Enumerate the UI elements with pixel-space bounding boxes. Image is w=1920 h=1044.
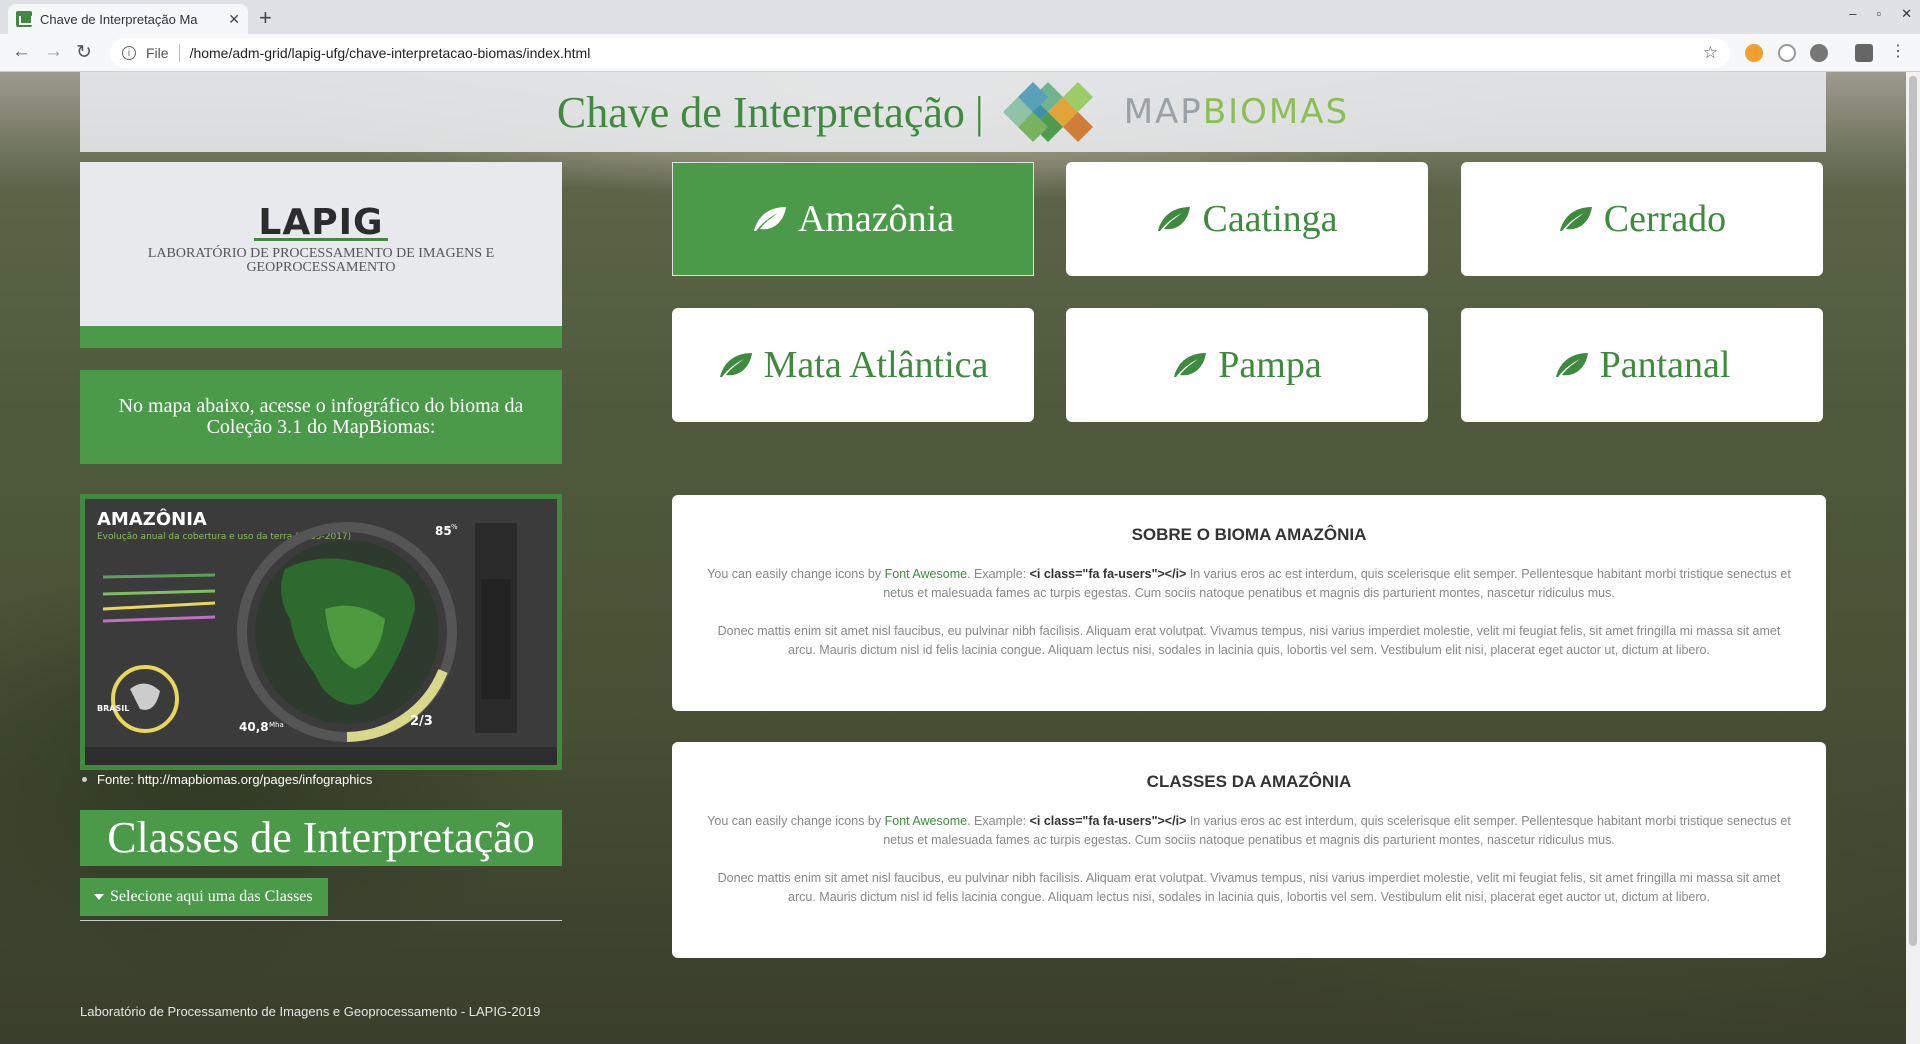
mapbiomas-wordmark: MAPBIOMAS [1123,92,1350,132]
infographic-area-unit: Mha [269,721,284,729]
back-arrow-icon[interactable]: ← [12,41,31,63]
about-biome-card: SOBRE O BIOMA AMAZÔNIA You can easily ch… [672,495,1826,711]
classes-heading: Classes de Interpretação [80,810,562,866]
infographic-source: Fonte: http://mapbiomas.org/pages/infogr… [80,772,372,787]
biome-label: Caatinga [1202,198,1338,240]
extension-icon[interactable] [1778,44,1796,62]
page-favicon-icon [16,11,33,27]
lapig-logo[interactable]: LAPIG [254,202,388,243]
url-scheme: File [146,45,169,61]
page-title: Chave de Interpretação [556,87,965,137]
biome-label: Cerrado [1603,198,1727,240]
info-icon[interactable]: i [122,46,136,60]
lapig-subtitle: LABORATÓRIO DE PROCESSAMENTO DE IMAGENS … [147,246,495,275]
classes-dropdown-label: Selecione aqui uma das Classes [110,888,313,905]
card-title: CLASSES DA AMAZÔNIA [1146,772,1352,791]
infographic-percent-unit: % [451,523,458,531]
leaf-icon [1158,207,1191,231]
divider [80,920,562,921]
browser-tab[interactable]: Chave de Interpretação Ma ✕ [8,4,248,34]
caret-down-icon [94,894,104,900]
infographic-title: AMAZÔNIA [97,508,207,530]
font-awesome-link[interactable]: Font Awesome [885,814,967,828]
page-scrollbar[interactable] [1906,72,1920,1044]
header-banner: Chave de Interpretação | MAPBIOMAS [80,72,1826,152]
biome-button-amazonia[interactable]: Amazônia [672,162,1034,276]
font-awesome-link[interactable]: Font Awesome [885,567,967,581]
biome-button-mata-atlantica[interactable]: Mata Atlântica [672,308,1034,422]
leaf-icon [753,207,786,231]
infographic-area: 40,8 [239,720,269,734]
page-viewport: Chave de Interpretação | MAPBIOMAS LAPIG… [0,72,1906,1044]
biome-button-caatinga[interactable]: Caatinga [1066,162,1428,276]
forward-arrow-icon[interactable]: → [44,41,63,63]
mapbiomas-mosaic-icon [1002,82,1093,142]
lapig-accent-bar [80,326,562,348]
scrollbar-thumb[interactable] [1909,76,1917,946]
extension-cookie-icon[interactable] [1745,44,1763,62]
infographic-intro: No mapa abaixo, acesse o infográfico do … [80,370,562,464]
biome-classes-card: CLASSES DA AMAZÔNIA You can easily chang… [672,742,1826,958]
card-title: SOBRE O BIOMA AMAZÔNIA [1131,525,1367,544]
classes-dropdown[interactable]: Selecione aqui uma das Classes [80,878,328,916]
url-separator [178,44,180,62]
url-text[interactable]: /home/adm-grid/lapig-ufg/chave-interpret… [190,45,1703,61]
close-window-button[interactable]: ✕ [1901,6,1912,22]
title-separator: | [974,87,984,137]
infographic-percent: 85 [435,524,452,538]
bookmark-star-icon[interactable]: ☆ [1703,43,1718,63]
leaf-icon [1559,207,1592,231]
address-bar[interactable]: i File /home/adm-grid/lapig-ufg/chave-in… [110,38,1730,68]
tab-close-icon[interactable]: ✕ [228,11,240,28]
card-paragraph: Donec mattis enim sit amet nisl faucibus… [717,624,1781,657]
leaf-icon [1555,353,1588,377]
footer-text: Laboratório de Processamento de Imagens … [80,1004,541,1019]
amazonia-infographic[interactable]: AMAZÔNIA Evolução anual da cobertura e u… [80,494,562,770]
biome-label: Pantanal [1599,344,1731,386]
biome-label: Amazônia [797,198,955,240]
biome-label: Pampa [1218,344,1322,386]
lapig-card: LAPIG LABORATÓRIO DE PROCESSAMENTO DE IM… [80,162,562,326]
menu-kebab-icon[interactable]: ⋮ [1890,41,1906,61]
tab-title: Chave de Interpretação Ma [40,11,198,27]
browser-toolbar: ← → ↻ i File /home/adm-grid/lapig-ufg/ch… [0,34,1920,72]
extension-icon[interactable] [1810,44,1828,62]
infographic-fraction: 2/3 [410,714,433,729]
window-controls: – ▫ ✕ [1849,6,1912,22]
maximize-button[interactable]: ▫ [1876,6,1881,22]
biome-button-cerrado[interactable]: Cerrado [1461,162,1823,276]
card-paragraph: You can easily change icons by Font Awes… [707,567,1791,600]
biome-label: Mata Atlântica [763,344,989,386]
infographic-brasil-label: BRASIL [97,704,129,713]
card-paragraph: You can easily change icons by Font Awes… [707,814,1791,847]
browser-tab-bar: Chave de Interpretação Ma ✕ + – ▫ ✕ [0,0,1920,34]
minimize-button[interactable]: – [1849,6,1856,22]
new-tab-button[interactable]: + [259,5,272,31]
biome-button-pampa[interactable]: Pampa [1066,308,1428,422]
leaf-icon [719,353,752,377]
reload-icon[interactable]: ↻ [76,41,92,64]
biome-button-pantanal[interactable]: Pantanal [1461,308,1823,422]
mapbiomas-logo[interactable]: MAPBIOMAS [998,81,1349,143]
extension-puzzle-icon[interactable] [1855,44,1873,62]
leaf-icon [1174,353,1207,377]
card-paragraph: Donec mattis enim sit amet nisl faucibus… [717,871,1781,904]
